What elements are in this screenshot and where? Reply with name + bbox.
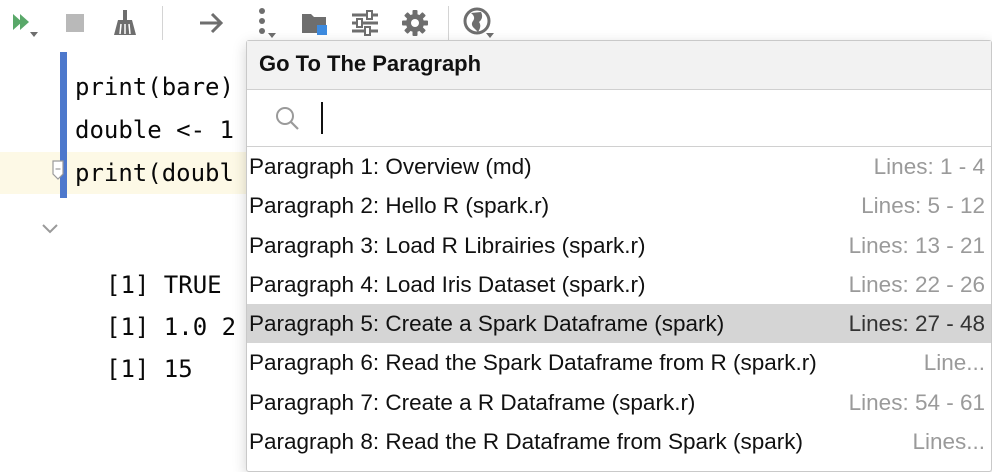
search-input[interactable] [315,98,979,140]
folder-icon [302,14,327,35]
clear-outputs-button[interactable] [108,6,142,40]
toolbar-separator [448,6,449,40]
paragraph-item-name: Paragraph 4: Load Iris Dataset (spark.r) [249,271,646,297]
search-icon [276,107,299,130]
paragraph-item-lines: Lines: 27 - 48 [848,311,985,337]
paragraph-item-8[interactable]: Paragraph 8: Read the R Dataframe from S… [247,422,991,461]
paragraph-item-lines: Lines... [912,429,985,455]
globe-icon [463,7,494,38]
popup-title: Go To The Paragraph [259,51,482,76]
paragraph-item-name: Paragraph 8: Read the R Dataframe from S… [249,429,803,455]
run-all-icon [13,14,38,37]
paragraph-item-lines: Lines: 1 - 4 [873,154,985,179]
paragraph-item-lines: Lines: 13 - 21 [848,232,985,258]
paragraph-item-2[interactable]: Paragraph 2: Hello R (spark.r) Lines: 5 … [247,186,991,225]
output-line: [1] TRUE [106,271,222,299]
paragraph-item-name: Paragraph 3: Load R Librairies (spark.r) [249,232,646,258]
popup-header: Go To The Paragraph [247,41,991,89]
paragraph-item-4[interactable]: Paragraph 4: Load Iris Dataset (spark.r)… [247,265,991,304]
paragraph-item-5[interactable]: Paragraph 5: Create a Spark Dataframe (s… [247,304,991,344]
arrow-right-icon [200,12,224,34]
output-line: [1] 1.0 2 [106,313,237,341]
run-all-button[interactable] [6,6,40,40]
paragraph-item-lines: Lines: 5 - 12 [861,193,985,219]
open-folder-button[interactable] [298,6,332,40]
go-to-button[interactable] [194,6,228,40]
settings-button[interactable] [398,6,432,40]
go-to-paragraph-popup: Go To The Paragraph Paragraph 1: Overvie… [246,40,992,472]
settings-sliders-button[interactable] [348,6,382,40]
output-line: [1] 15 [106,355,193,383]
stop-button[interactable] [58,6,92,40]
paragraph-item-3[interactable]: Paragraph 3: Load R Librairies (spark.r)… [247,226,991,265]
paragraph-item-name: Paragraph 5: Create a Spark Dataframe (s… [249,311,725,337]
paragraph-item-lines: Line... [923,350,985,376]
paragraph-item-name: Paragraph 7: Create a R Dataframe (spark… [249,389,696,415]
paragraph-item-lines: Lines: 22 - 26 [848,271,985,297]
paragraph-list: Paragraph 1: Overview (md) Lines: 1 - 4 … [247,147,991,461]
code-line[interactable]: print(bare) [75,66,234,108]
stop-icon [66,14,84,32]
paragraph-item-7[interactable]: Paragraph 7: Create a R Dataframe (spark… [247,383,991,422]
more-actions-button[interactable] [246,6,280,40]
sliders-icon [352,10,378,36]
paragraph-item-name: Paragraph 1: Overview (md) [249,154,532,179]
code-line[interactable]: print(doubl [75,152,234,194]
broom-icon [114,10,136,35]
paragraph-item-1[interactable]: Paragraph 1: Overview (md) Lines: 1 - 4 [247,147,991,186]
fold-marker-icon[interactable] [52,160,64,180]
vertical-dots-icon [259,8,276,38]
search-box[interactable] [247,89,991,147]
web-button[interactable] [462,6,496,40]
code-line[interactable]: double <- 1 [75,109,234,151]
paragraph-item-6[interactable]: Paragraph 6: Read the Spark Dataframe fr… [247,343,991,382]
paragraph-item-lines: Lines: 54 - 61 [848,389,985,415]
chevron-down-icon[interactable] [40,222,60,236]
paragraph-item-name: Paragraph 6: Read the Spark Dataframe fr… [249,350,817,376]
paragraph-item-name: Paragraph 2: Hello R (spark.r) [249,193,550,219]
gear-icon [402,10,428,36]
toolbar-separator [162,6,163,40]
text-caret [321,102,323,134]
